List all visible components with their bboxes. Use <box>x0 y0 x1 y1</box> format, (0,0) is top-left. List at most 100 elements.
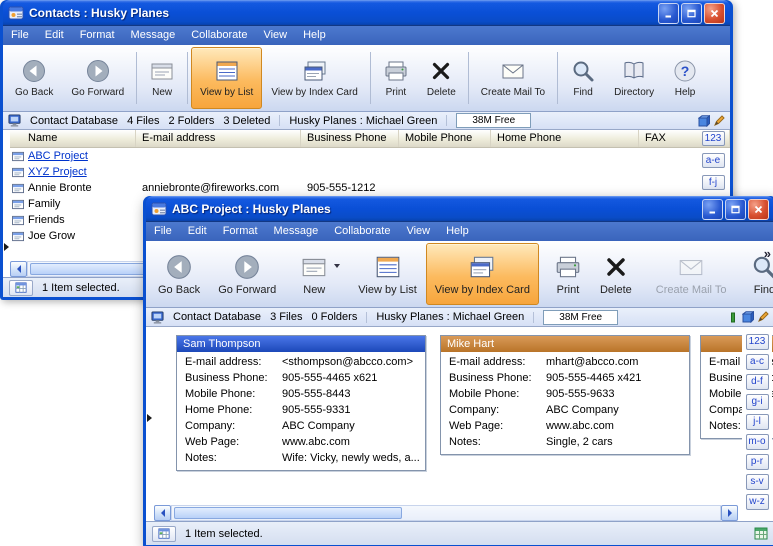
create-mail-to-button[interactable]: Create Mail To <box>647 243 736 305</box>
view-grid-button[interactable] <box>9 280 33 296</box>
new-button[interactable]: New <box>140 47 184 109</box>
alpha-button[interactable]: 123 <box>702 131 725 146</box>
alpha-button[interactable]: 123 <box>746 334 769 350</box>
field-label: Web Page: <box>441 418 546 434</box>
card-header[interactable]: Sam Thompson <box>177 336 425 352</box>
menu-item-file[interactable]: File <box>3 26 37 45</box>
scrollbar-track[interactable] <box>171 505 721 521</box>
view-by-index-card-button[interactable]: View by Index Card <box>262 47 367 109</box>
card-header[interactable]: Mike Hart <box>441 336 689 352</box>
column-header-home-phone[interactable]: Home Phone <box>491 130 639 147</box>
column-header-mobile-phone[interactable]: Mobile Phone <box>399 130 491 147</box>
scroll-left-button[interactable] <box>10 261 27 277</box>
minimize-button[interactable] <box>658 3 679 24</box>
list-item[interactable]: XYZ Project <box>10 164 730 180</box>
arrow-right-icon <box>728 509 732 517</box>
go-forward-icon <box>233 253 261 281</box>
go-back-button[interactable]: Go Back <box>149 243 209 305</box>
toolbar-label: Print <box>386 87 407 98</box>
menu-item-collaborate[interactable]: Collaborate <box>183 26 255 45</box>
alpha-button[interactable]: j-l <box>746 414 769 430</box>
delete-icon <box>602 253 630 281</box>
alpha-button[interactable]: p-r <box>746 454 769 470</box>
column-header-email[interactable]: E-mail address <box>136 130 301 147</box>
alpha-button[interactable]: f-j <box>702 175 725 190</box>
info-owner: Husky Planes : Michael Green <box>289 115 437 127</box>
close-button[interactable] <box>704 3 725 24</box>
field-label: Mobile Phone: <box>441 386 546 402</box>
list-item[interactable]: ABC Project <box>10 148 730 164</box>
toolbar-separator <box>136 52 137 104</box>
close-button[interactable] <box>748 199 769 220</box>
column-header-business-phone[interactable]: Business Phone <box>301 130 399 147</box>
toolbar-overflow-chevron[interactable]: » <box>764 246 771 261</box>
menu-item-view[interactable]: View <box>255 26 295 45</box>
scrollbar-thumb[interactable] <box>174 507 402 519</box>
alpha-button[interactable]: g-i <box>746 394 769 410</box>
maximize-button[interactable] <box>681 3 702 24</box>
menu-item-format[interactable]: Format <box>72 26 123 45</box>
go-forward-button[interactable]: Go Forward <box>62 47 133 109</box>
info-icons <box>727 311 769 323</box>
delete-button[interactable]: Delete <box>591 243 641 305</box>
menu-item-file[interactable]: File <box>146 222 180 241</box>
pane-gutter <box>146 327 154 521</box>
delete-button[interactable]: Delete <box>418 47 465 109</box>
menu-item-help[interactable]: Help <box>438 222 477 241</box>
contact-card-sam-thompson[interactable]: Sam Thompson E-mail address:<sthompson@a… <box>176 335 426 471</box>
view-by-index-card-button[interactable]: View by Index Card <box>426 243 539 305</box>
scroll-right-button[interactable] <box>721 505 738 521</box>
create-mail-to-button[interactable]: Create Mail To <box>472 47 554 109</box>
menu-item-view[interactable]: View <box>398 222 438 241</box>
title-bar[interactable]: Contacts : Husky Planes <box>3 0 730 26</box>
new-button[interactable]: New <box>291 243 343 305</box>
toolbar-label: Help <box>675 87 696 98</box>
row-business-phone: 905-555-1212 <box>301 180 399 196</box>
minimize-button[interactable] <box>702 199 723 220</box>
alpha-button[interactable]: s-v <box>746 474 769 490</box>
menu-item-message[interactable]: Message <box>123 26 184 45</box>
alpha-button[interactable]: w-z <box>746 494 769 510</box>
directory-button[interactable]: Directory <box>605 47 663 109</box>
view-by-list-button[interactable]: View by List <box>191 47 262 109</box>
field-value: 905-555-4465 x421 <box>546 370 641 386</box>
toolbar-label: Go Forward <box>218 284 276 296</box>
toolbar-separator <box>370 52 371 104</box>
title-bar[interactable]: ABC Project : Husky Planes <box>146 196 773 222</box>
alpha-button[interactable]: d-f <box>746 374 769 390</box>
go-back-button[interactable]: Go Back <box>6 47 62 109</box>
menu-item-format[interactable]: Format <box>215 222 266 241</box>
info-deleted: 3 Deleted <box>223 115 270 127</box>
alpha-button[interactable]: m-o <box>746 434 769 450</box>
menu-item-edit[interactable]: Edit <box>37 26 72 45</box>
view-grid-button[interactable] <box>152 526 176 542</box>
alpha-button[interactable]: a-c <box>746 354 769 370</box>
find-button[interactable]: Find <box>561 47 605 109</box>
menu-item-message[interactable]: Message <box>266 222 327 241</box>
column-header-name[interactable]: Name <box>10 130 136 147</box>
maximize-button[interactable] <box>725 199 746 220</box>
row-name[interactable]: ABC Project <box>28 148 88 164</box>
alpha-button[interactable]: a-e <box>702 153 725 168</box>
app-icon <box>151 201 167 217</box>
print-button[interactable]: Print <box>545 243 591 305</box>
new-dropdown-arrow[interactable] <box>334 264 340 268</box>
menu-item-collaborate[interactable]: Collaborate <box>326 222 398 241</box>
scroll-left-button[interactable] <box>154 505 171 521</box>
splitter-arrow[interactable] <box>4 243 9 251</box>
menu-item-edit[interactable]: Edit <box>180 222 215 241</box>
row-name[interactable]: XYZ Project <box>28 164 87 180</box>
print-button[interactable]: Print <box>374 47 418 109</box>
toolbar: Go Back Go Forward New View by List View… <box>146 241 773 308</box>
list-item[interactable]: Annie Bronte anniebronte@fireworks.com 9… <box>10 180 730 196</box>
contact-card-mike-hart[interactable]: Mike Hart E-mail address:mhart@abcco.com… <box>440 335 690 455</box>
view-by-list-button[interactable]: View by List <box>349 243 426 305</box>
horizontal-scrollbar[interactable] <box>154 505 738 521</box>
menu-item-help[interactable]: Help <box>295 26 334 45</box>
field-label: Company: <box>441 402 546 418</box>
go-forward-button[interactable]: Go Forward <box>209 243 285 305</box>
help-button[interactable]: Help <box>663 47 707 109</box>
splitter-arrow[interactable] <box>147 414 152 422</box>
field-value: 905-555-9633 <box>546 386 615 402</box>
grid-green-icon <box>754 527 768 541</box>
